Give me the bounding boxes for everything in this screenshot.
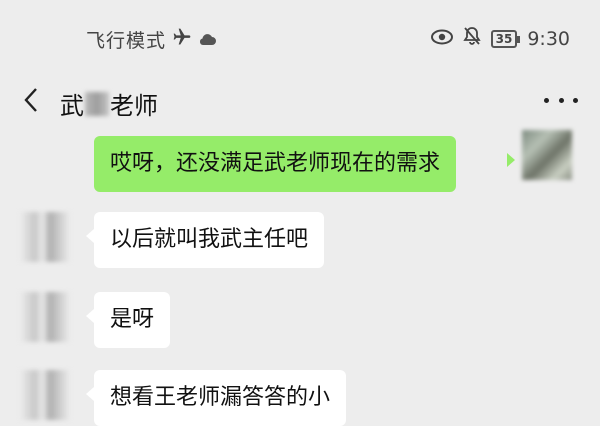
airplane-icon — [172, 27, 192, 52]
avatar-contact[interactable] — [20, 212, 70, 262]
message-bubble-incoming[interactable]: 想看王老师漏答答的小 — [94, 370, 347, 426]
status-bar: 飞行模式 35 9:30 — [0, 0, 600, 76]
more-options-button[interactable] — [544, 88, 578, 112]
message-text: 以后就叫我武主任吧 — [110, 227, 309, 252]
message-bubble-incoming[interactable]: 是呀 — [94, 292, 171, 348]
cloud-icon — [198, 29, 217, 51]
avatar-contact[interactable] — [20, 292, 70, 342]
message-text: 哎呀，还没满足武老师现在的需求 — [110, 151, 441, 176]
redacted-name — [85, 91, 109, 116]
more-dots-icon — [544, 97, 549, 103]
avatar-self[interactable] — [522, 130, 572, 180]
bell-muted-icon — [462, 26, 481, 51]
airplane-mode-label: 飞行模式 — [86, 30, 167, 52]
back-chevron-icon — [24, 88, 37, 112]
message-bubble-incoming[interactable]: 以后就叫我武主任吧 — [94, 212, 325, 268]
chat-header: 武 老师 — [0, 76, 600, 124]
clock: 9:30 — [527, 27, 570, 50]
status-left: 飞行模式 — [86, 26, 217, 53]
battery-icon: 35 — [490, 29, 521, 48]
back-button[interactable] — [14, 80, 48, 120]
message-bubble-outgoing[interactable]: 哎呀，还没满足武老师现在的需求 — [94, 136, 457, 192]
chat-title-prefix: 武 — [60, 92, 84, 120]
status-right: 35 9:30 — [430, 26, 570, 51]
avatar-contact[interactable] — [20, 370, 70, 420]
message-text: 是呀 — [110, 307, 155, 332]
message-text: 想看王老师漏答答的小 — [110, 385, 331, 410]
eye-icon — [430, 28, 453, 50]
chat-title-suffix: 老师 — [110, 92, 158, 120]
chat-title: 武 老师 — [60, 86, 158, 121]
